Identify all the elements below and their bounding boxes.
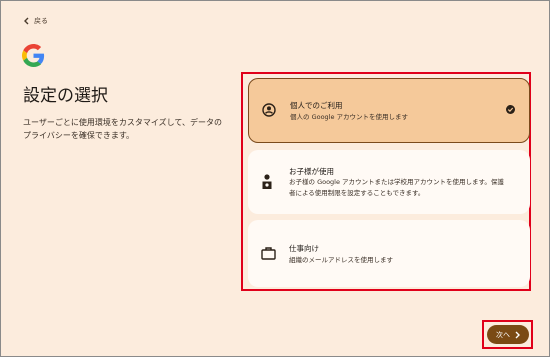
option-personal-subtitle: 個人の Google アカウントを使用します <box>290 113 409 121</box>
person-icon <box>262 103 276 117</box>
back-button[interactable]: 戻る <box>23 16 48 26</box>
back-label: 戻る <box>34 17 48 25</box>
chevron-right-icon <box>515 331 520 338</box>
option-work[interactable]: 仕事向け 組織のメールアドレスを使用します <box>248 220 530 287</box>
option-work-subtitle: 組織のメールアドレスを使用します <box>289 256 393 264</box>
page-title: 設定の選択 <box>23 86 108 106</box>
google-logo-icon <box>22 44 45 67</box>
chevron-left-icon <box>24 17 29 25</box>
option-child[interactable]: お子様が使用 お子様の Google アカウントまたは学校用アカウントを使用しま… <box>248 150 530 214</box>
next-label: 次へ <box>496 330 510 339</box>
option-personal-title: 個人でのご利用 <box>290 101 343 110</box>
option-personal[interactable]: 個人でのご利用 個人の Google アカウントを使用します <box>248 78 530 143</box>
option-child-title: お子様が使用 <box>289 167 334 176</box>
child-icon <box>262 174 272 189</box>
option-work-title: 仕事向け <box>289 244 319 253</box>
setup-window: 戻る 設定の選択 ユーザーごとに使用環境をカスタマイズして、データのプライバシー… <box>0 0 550 357</box>
briefcase-icon <box>261 247 276 260</box>
option-child-subtitle: お子様の Google アカウントまたは学校用アカウントを使用します。保護者によ… <box>289 178 504 197</box>
page-description: ユーザーごとに使用環境をカスタマイズして、データのプライバシーを確保できます。 <box>23 118 222 140</box>
next-button[interactable]: 次へ <box>487 325 529 344</box>
check-circle-icon <box>506 105 515 114</box>
